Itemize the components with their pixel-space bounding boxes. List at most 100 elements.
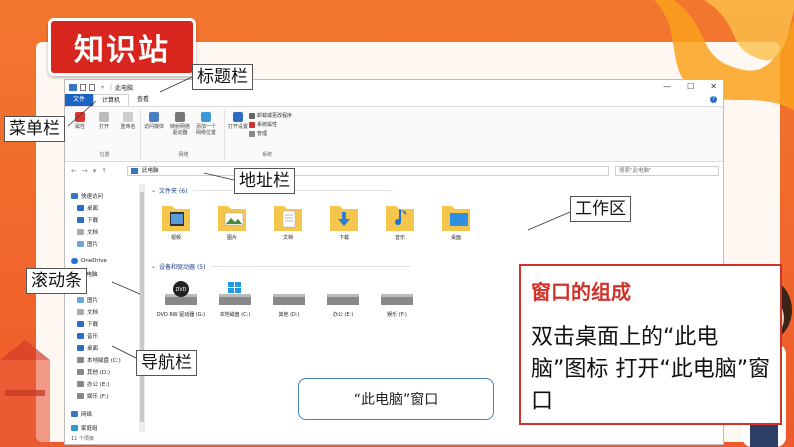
callout-navpane: 导航栏 (136, 350, 197, 376)
address-bar: ← → ▾ ↑ 此电脑 搜索"此电脑" (65, 164, 723, 178)
nav-item-downloads-2[interactable]: 下载 (77, 320, 98, 328)
recent-dropdown-icon[interactable]: ▾ (93, 167, 97, 175)
nav-item-network[interactable]: 网络 (71, 410, 92, 418)
nav-item-music[interactable]: 音乐 (77, 332, 98, 340)
nav-item-documents[interactable]: 文档 ✱ (77, 228, 143, 236)
search-input[interactable]: 搜索"此电脑" (615, 166, 719, 176)
back-arrow-icon[interactable]: ← (71, 167, 77, 175)
callout-workspace: 工作区 (570, 196, 631, 222)
menu-view[interactable]: 查看 (129, 94, 157, 106)
check-icon (249, 121, 255, 128)
properties-icon (75, 112, 85, 122)
homegroup-icon (71, 425, 78, 431)
menu-computer[interactable]: 计算机 (93, 94, 130, 106)
nav-item-downloads[interactable]: 下载 ✱ (77, 216, 143, 224)
folder-desktop[interactable]: 桌面 (439, 200, 473, 241)
callout-titlebar: 标题栏 (192, 64, 253, 90)
manage-button[interactable]: 管理 (249, 130, 267, 137)
info-body: 双击桌面上的“此电脑”图标 打开“此电脑”窗口 (531, 325, 771, 414)
properties-icon[interactable] (80, 83, 86, 91)
nav-item-homegroup[interactable]: 家庭组 (71, 424, 98, 432)
nav-item-documents-2[interactable]: 文档 (77, 308, 98, 316)
drives-header[interactable]: ⌄ 设备和驱动器 (5) (151, 262, 412, 271)
help-icon[interactable]: ? (710, 96, 717, 103)
uninstall-program-button[interactable]: 卸载或更改程序 (249, 112, 292, 119)
system-properties-button[interactable]: 系统属性 (249, 121, 277, 128)
drive-icon (77, 393, 84, 399)
document-icon (77, 309, 84, 315)
computer-icon (131, 168, 138, 174)
folder-videos[interactable]: 视频 (159, 200, 193, 241)
drive-f[interactable]: 娱乐 (F:) (373, 280, 421, 318)
nav-item-drive-c[interactable]: 本地磁盘 (C:) (77, 356, 121, 364)
window-titlebar[interactable]: ▾ | 此电脑 (65, 80, 723, 94)
rename-icon (123, 112, 133, 122)
open-settings-button[interactable]: 打开设置 (227, 112, 249, 130)
nav-item-drive-f[interactable]: 娱乐 (F:) (77, 392, 109, 400)
nav-scrollbar[interactable] (139, 184, 145, 432)
drive-dvd[interactable]: DVD DVD RW 驱动器 (G:) (157, 280, 205, 318)
media-icon (149, 112, 159, 122)
nav-item-drive-e[interactable]: 办公 (E:) (77, 380, 109, 388)
window-caption: “此电脑”窗口 (298, 378, 494, 420)
video-folder-icon (162, 206, 190, 231)
slide-title-box: 知识站 (48, 18, 196, 76)
map-drive-button[interactable]: 映射网络驱动器 (169, 112, 191, 136)
drive-e[interactable]: 办公 (E:) (319, 280, 367, 318)
drive-icon (77, 381, 84, 387)
manage-icon (249, 130, 255, 137)
desktop-icon (77, 345, 84, 351)
quick-access-dropdown-icon[interactable]: ▾ (101, 84, 104, 91)
window-title: 此电脑 (115, 84, 134, 92)
callout-menubar: 菜单栏 (4, 116, 65, 142)
ribbon: 属性 打开 重命名 位置 访问媒体 映射网络驱动器 添加一个网络位置 网络 打开… (65, 106, 723, 162)
menu-file[interactable]: 文件 (65, 94, 94, 106)
forward-arrow-icon[interactable]: → (82, 167, 88, 175)
properties-button[interactable]: 属性 (69, 112, 91, 130)
drive-d[interactable]: 其他 (D:) (265, 280, 313, 318)
ribbon-group-label: 网络 (178, 152, 189, 158)
picture-icon (77, 241, 84, 247)
nav-item-onedrive[interactable]: OneDrive (71, 258, 107, 264)
slide-title: 知识站 (74, 33, 170, 68)
rename-button[interactable]: 重命名 (117, 112, 139, 130)
add-network-location-button[interactable]: 添加一个网络位置 (195, 112, 217, 136)
maximize-button[interactable]: ☐ (687, 82, 694, 91)
svg-text:DVD: DVD (175, 287, 186, 293)
download-icon (77, 321, 84, 327)
drive-c[interactable]: 本地磁盘 (C:) (211, 280, 259, 318)
close-button[interactable]: ✕ (710, 82, 717, 91)
status-bar: 11 个项目 (71, 436, 94, 442)
nav-item-pictures[interactable]: 图片 ✱ (77, 240, 143, 248)
nav-item-desktop-2[interactable]: 桌面 (77, 344, 98, 352)
folder-music[interactable]: 音乐 (383, 200, 417, 241)
access-media-button[interactable]: 访问媒体 (143, 112, 165, 130)
nav-quick-access[interactable]: 快速访问 (71, 192, 103, 200)
nav-item-desktop[interactable]: 桌面 ✱ (77, 204, 143, 212)
ribbon-group-label: 系统 (261, 152, 272, 158)
gear-icon (233, 112, 243, 122)
nav-item-drive-d[interactable]: 其他 (D:) (77, 368, 110, 376)
scrollbar-thumb[interactable] (140, 192, 144, 422)
address-path: 此电脑 (142, 168, 159, 174)
open-button[interactable]: 打开 (93, 112, 115, 130)
minimize-button[interactable]: — (663, 82, 671, 91)
up-arrow-icon[interactable]: ↑ (101, 167, 107, 175)
folder-downloads[interactable]: 下载 (327, 200, 361, 241)
folder-documents[interactable]: 文档 (271, 200, 305, 241)
info-box: 窗口的组成 双击桌面上的“此电脑”图标 打开“此电脑”窗口 (519, 264, 782, 425)
download-folder-icon (330, 206, 358, 231)
picture-folder-icon (218, 206, 246, 231)
ribbon-group-label: 位置 (99, 152, 110, 158)
document-icon (77, 229, 84, 235)
desktop-folder-icon (442, 206, 470, 231)
drive-icon (327, 294, 359, 305)
folder-pictures[interactable]: 图片 (215, 200, 249, 241)
drive-icon (381, 294, 413, 305)
navigation-pane: 快速访问 桌面 ✱ 下载 ✱ 文档 ✱ 图片 ✱ OneDrive 此电脑 (65, 184, 145, 434)
address-input[interactable]: 此电脑 (127, 166, 609, 176)
nav-item-pictures-2[interactable]: 图片 (77, 296, 98, 304)
new-folder-icon[interactable] (89, 83, 95, 91)
callout-scrollbar: 滚动条 (26, 268, 87, 294)
picture-icon (77, 297, 84, 303)
